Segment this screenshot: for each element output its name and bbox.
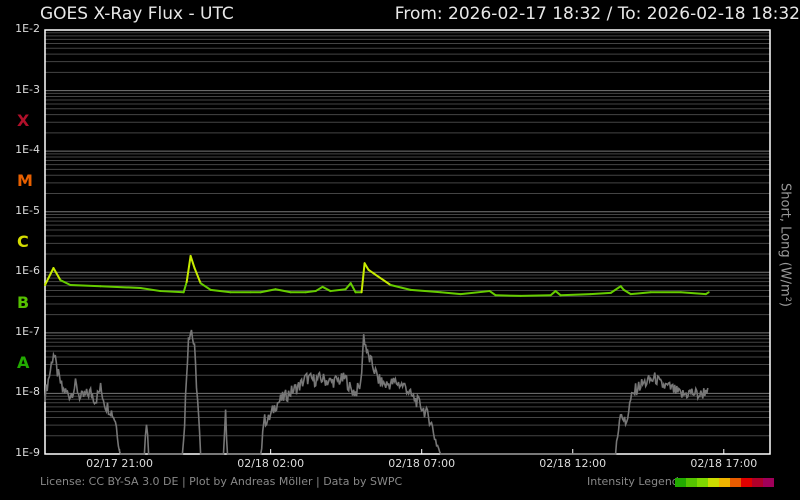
series-long-segment	[679, 291, 707, 296]
series-long-segment	[589, 291, 612, 296]
x-tick-label: 02/18 17:00	[690, 457, 758, 470]
series-long-segment	[193, 267, 202, 285]
series-long-segment	[559, 293, 592, 297]
y-tick-label: 1E-4	[15, 143, 40, 157]
series-long-segment	[59, 279, 72, 287]
series-long-segment	[494, 294, 522, 297]
series-long-segment	[704, 291, 710, 296]
series-long-segment	[69, 284, 102, 288]
flare-class-B: B	[17, 292, 30, 312]
x-tick-label: 02/18 02:00	[237, 457, 305, 470]
y-tick-label: 1E-9	[15, 446, 40, 459]
y-tick-label: 1E-7	[15, 324, 40, 338]
series-long-segment	[189, 254, 196, 270]
x-tick-label: 02/18 12:00	[539, 457, 607, 470]
series-long-segment	[304, 290, 317, 294]
series-long-segment	[459, 290, 491, 296]
y-tick-label: 1E-3	[15, 82, 40, 96]
series-long-segment	[159, 290, 185, 294]
series-long-segment	[519, 294, 552, 297]
plot-area	[44, 29, 771, 455]
series-long-segment	[439, 291, 462, 296]
series-long-segment	[199, 282, 212, 291]
flare-class-A: A	[17, 353, 30, 373]
series-long-segment	[99, 285, 142, 290]
series-long-segment	[609, 285, 622, 294]
series-long-segment	[488, 290, 497, 297]
flare-class-C: C	[17, 232, 29, 251]
y-tick-label: 1E-8	[15, 385, 40, 399]
flare-class-X: X	[17, 110, 30, 130]
flare-class-M: M	[17, 171, 33, 191]
series-long-segment	[44, 267, 55, 287]
x-tick-label: 02/17 21:00	[86, 457, 154, 470]
x-tick-label: 02/18 07:00	[388, 457, 456, 470]
y-tick-label: 1E-5	[15, 203, 40, 217]
series-long-segment	[629, 291, 652, 296]
series-long-segment	[374, 273, 392, 287]
y-tick-label: 1E-2	[15, 22, 40, 35]
y-tick-label: 1E-6	[15, 264, 40, 278]
